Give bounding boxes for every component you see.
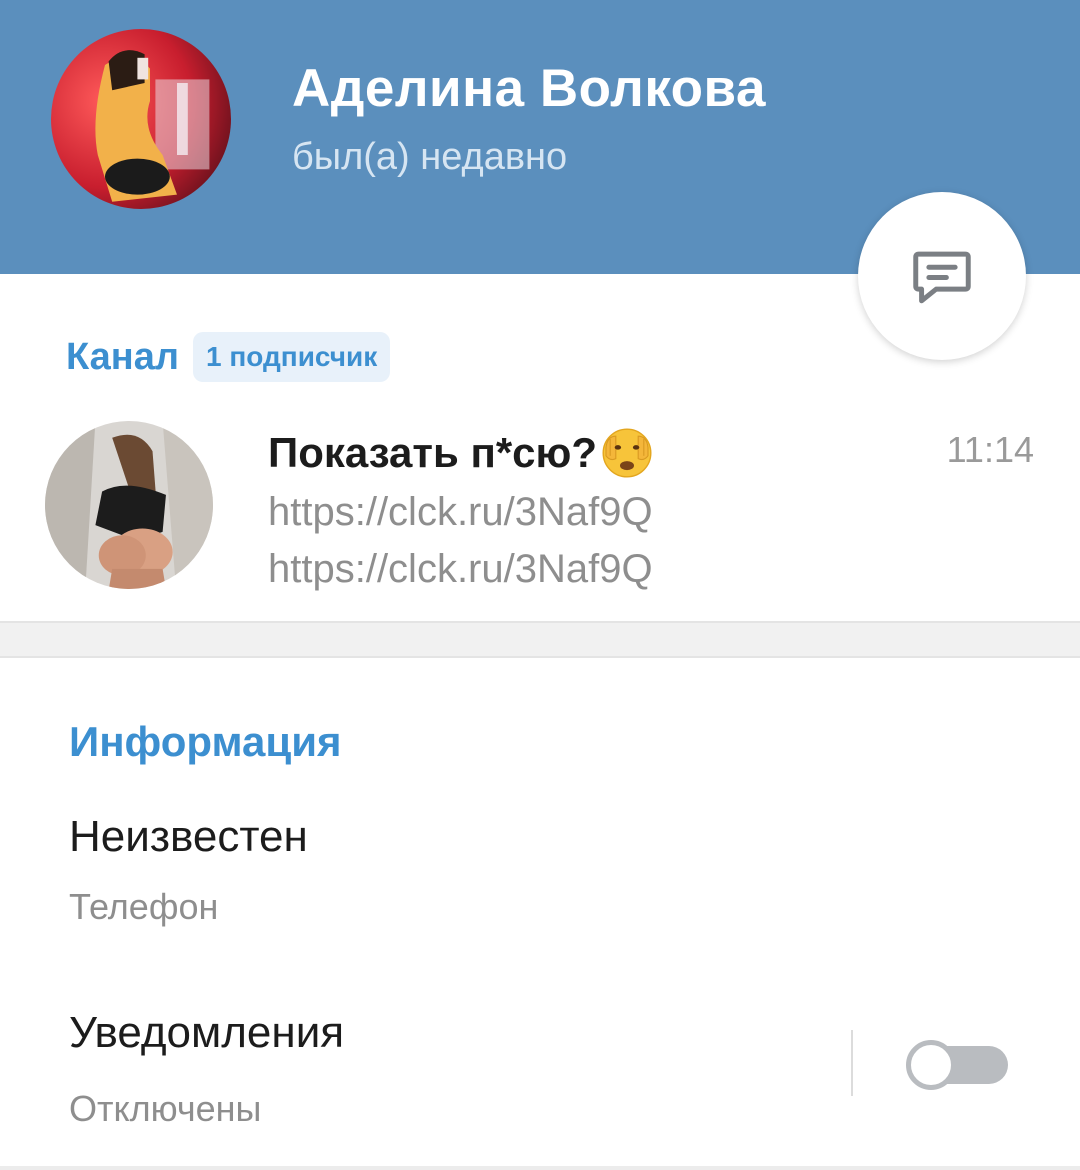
subscribers-badge: 1 подписчик — [193, 332, 391, 382]
notifications-title: Уведомления — [69, 1008, 345, 1057]
profile-photo-icon — [51, 29, 231, 209]
profile-name: Аделина Волкова — [292, 59, 766, 118]
post-title-text: Показать п*сю? — [268, 429, 598, 476]
channel-title: Канал — [66, 335, 180, 378]
message-button[interactable] — [858, 192, 1026, 360]
notifications-toggle[interactable] — [906, 1040, 1008, 1090]
profile-status: был(а) недавно — [292, 136, 568, 178]
post-preview-line: https://clck.ru/3Naf9Q — [268, 547, 653, 591]
channel-post-row[interactable]: Показать п*сю? 11:14 https://clck.ru/3Na… — [0, 405, 1080, 620]
toggle-knob — [906, 1040, 956, 1090]
phone-label: Телефон — [69, 886, 219, 927]
channel-avatar — [45, 421, 213, 589]
post-preview-line: https://clck.ru/3Naf9Q — [268, 490, 653, 534]
bottom-divider — [0, 1166, 1080, 1170]
message-icon — [913, 251, 971, 304]
profile-avatar[interactable] — [51, 29, 231, 209]
post-title: Показать п*сю? — [268, 425, 655, 481]
post-time: 11:14 — [946, 429, 1034, 470]
info-section-title: Информация — [69, 718, 342, 765]
channel-photo-icon — [45, 421, 213, 589]
profile-screen: Аделина Волкова был(а) недавно Канал 1 п… — [0, 0, 1080, 1170]
section-divider — [0, 621, 1080, 658]
face-with-hand-over-eyes-emoji-icon — [602, 428, 652, 478]
notifications-state: Отключены — [69, 1088, 262, 1129]
phone-value: Неизвестен — [69, 812, 308, 861]
channel-section-header: Канал 1 подписчик — [66, 331, 391, 383]
vertical-divider — [851, 1030, 853, 1096]
